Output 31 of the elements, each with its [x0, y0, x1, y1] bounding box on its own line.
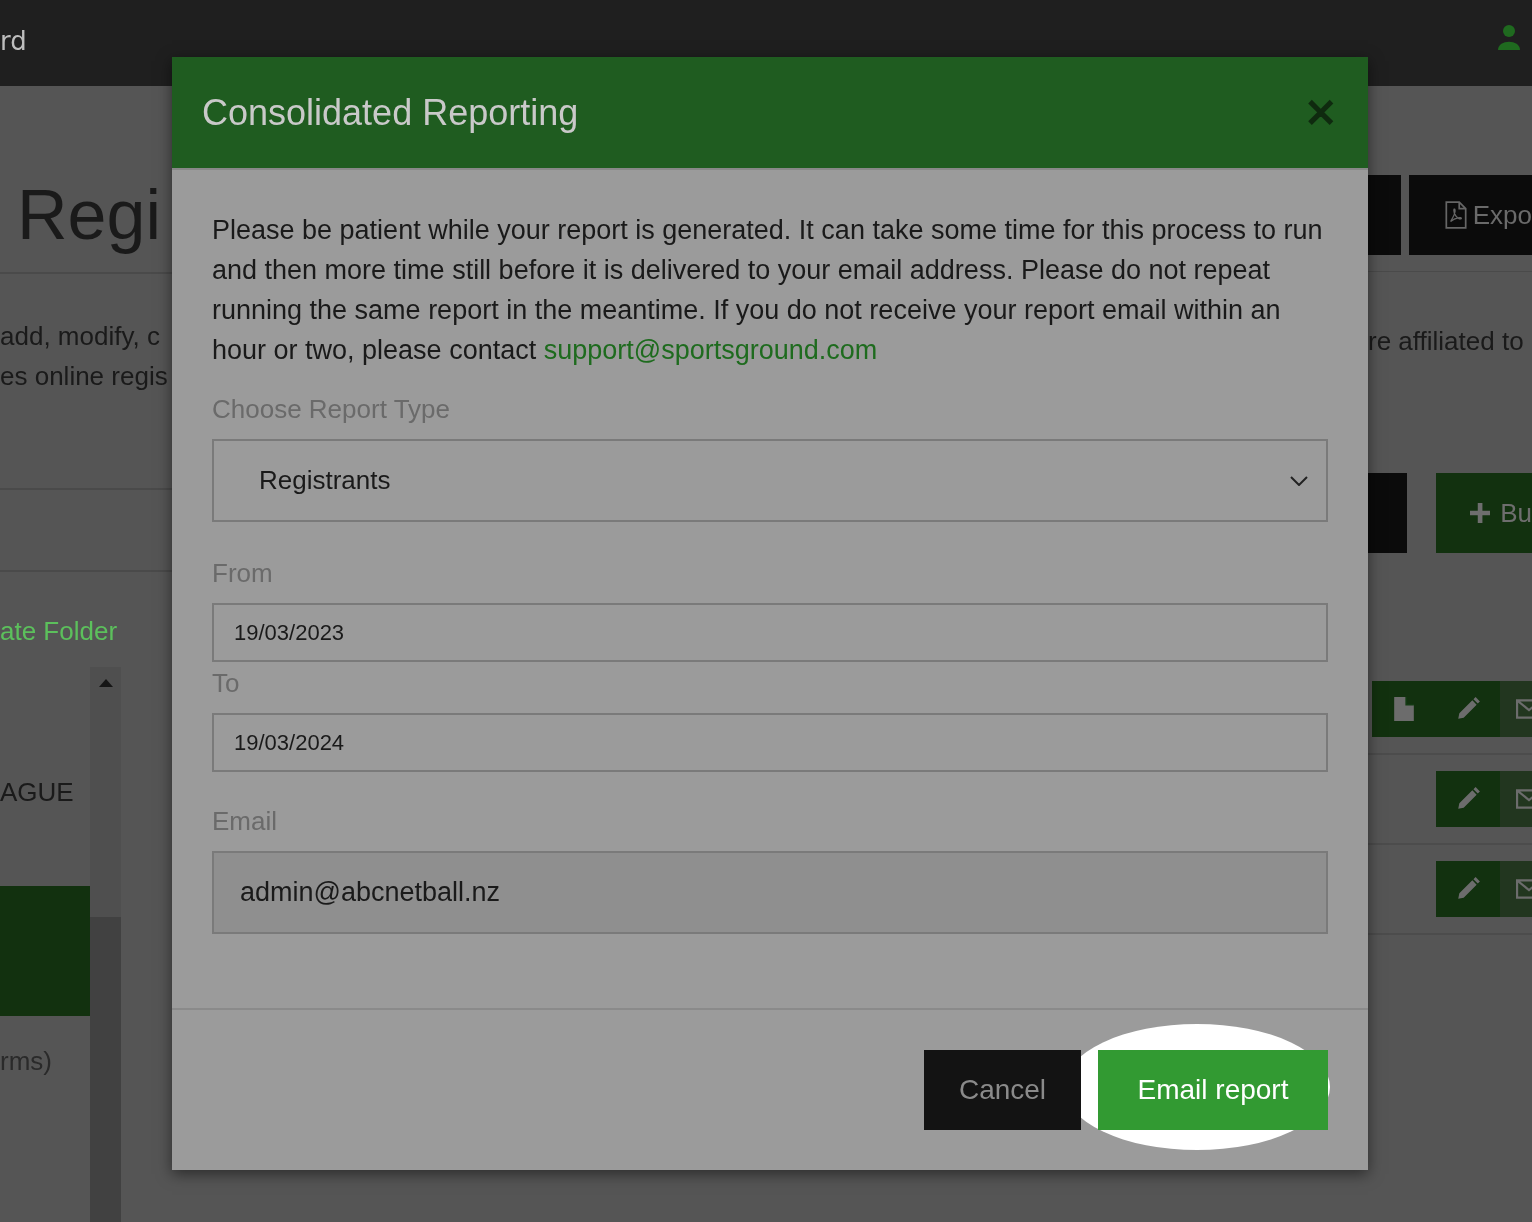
scroll-up-icon[interactable]: [98, 679, 113, 687]
mail-button[interactable]: [1500, 861, 1532, 917]
action-buttons[interactable]: [1436, 771, 1532, 827]
report-type-select[interactable]: Registrants: [212, 439, 1328, 522]
to-date-field[interactable]: 19/03/2024: [212, 713, 1328, 772]
add-button[interactable]: Bu: [1436, 473, 1532, 553]
dialog-title: Consolidated Reporting: [202, 91, 579, 134]
cancel-button[interactable]: Cancel: [924, 1050, 1081, 1130]
list-item[interactable]: AGUE: [0, 777, 90, 808]
create-folder-link[interactable]: ate Folder: [0, 616, 172, 647]
info-message: Please be patient while your report is generated. It can take some time for this process to run and then more time still before it is delivered to your email address. Please do not repeat running the same report in the meantime. If you do not receive your report email within an hour or two, please contact support@sportsground.com: [212, 214, 1324, 367]
user-icon[interactable]: [1498, 24, 1520, 50]
pdf-icon: [1444, 201, 1467, 229]
from-date-field[interactable]: 19/03/2023: [212, 603, 1328, 662]
action-buttons[interactable]: [1372, 681, 1532, 737]
description-text: es online regis: [0, 360, 169, 393]
description-text: re affiliated to: [1368, 326, 1525, 357]
action-buttons[interactable]: [1436, 861, 1532, 917]
plus-icon: [1470, 500, 1491, 526]
email-field[interactable]: admin@abcnetball.nz: [212, 851, 1328, 934]
description-text: add, modify, c: [0, 320, 161, 353]
chevron-icon: [1290, 475, 1308, 486]
close-button[interactable]: ✕: [1304, 92, 1338, 133]
support-email-link[interactable]: support@sportsground.com: [543, 335, 878, 365]
mail-button[interactable]: [1500, 681, 1532, 737]
export-button[interactable]: Expo: [1408, 175, 1532, 255]
page-title: rd: [0, 26, 27, 56]
email-report-button[interactable]: Email report: [1098, 1050, 1328, 1130]
scrollbar[interactable]: [90, 667, 121, 1222]
page-heading: Regi: [17, 175, 162, 256]
mail-button[interactable]: [1500, 771, 1532, 827]
